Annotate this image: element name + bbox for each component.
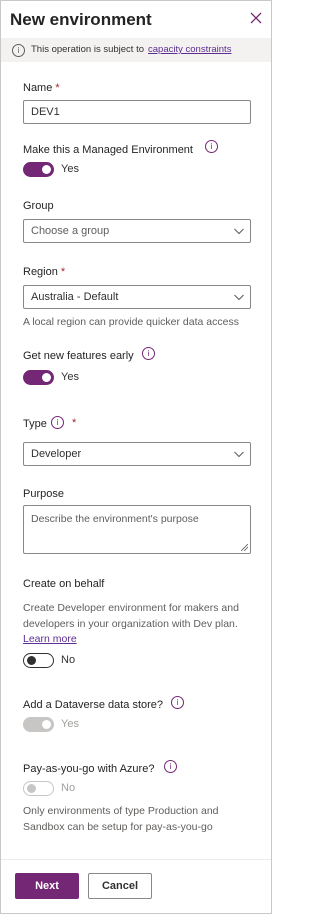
- cancel-button[interactable]: Cancel: [88, 873, 152, 899]
- new-environment-panel: New environment i This operation is subj…: [0, 0, 272, 914]
- required-mark: *: [72, 417, 77, 429]
- dataverse-info-icon[interactable]: i: [171, 696, 184, 709]
- capacity-notice: i This operation is subject to capacity c…: [1, 38, 271, 62]
- notice-text: This operation is subject to: [31, 44, 145, 55]
- chevron-down-icon: [234, 228, 244, 235]
- group-label: Group: [23, 200, 54, 212]
- payg-info-icon[interactable]: i: [164, 760, 177, 773]
- type-info-icon[interactable]: i: [51, 416, 64, 429]
- name-input-value: DEV1: [31, 106, 60, 118]
- required-mark: *: [60, 266, 66, 278]
- learn-more-link[interactable]: Learn more: [23, 633, 77, 645]
- type-dropdown-value: Developer: [31, 448, 82, 460]
- managed-environment-label: Make this a Managed Environment: [23, 144, 193, 156]
- managed-environment-toggle[interactable]: [23, 162, 54, 177]
- dataverse-toggle[interactable]: [23, 717, 54, 732]
- purpose-label: Purpose: [23, 488, 64, 500]
- name-input[interactable]: DEV1: [23, 100, 251, 124]
- dataverse-label: Add a Dataverse data store?: [23, 699, 164, 711]
- payg-toggle[interactable]: [23, 781, 54, 796]
- region-dropdown[interactable]: Australia - Default: [23, 285, 251, 309]
- type-dropdown[interactable]: Developer: [23, 442, 251, 466]
- info-icon: i: [12, 44, 25, 57]
- create-on-behalf-toggle[interactable]: [23, 653, 54, 668]
- managed-info-icon[interactable]: i: [205, 140, 218, 153]
- create-on-behalf-toggle-state: No: [61, 654, 76, 666]
- name-label: Name *: [23, 82, 60, 94]
- managed-toggle-state: Yes: [61, 163, 79, 175]
- purpose-textarea[interactable]: Describe the environment's purpose: [23, 505, 251, 554]
- purpose-placeholder: Describe the environment's purpose: [31, 513, 199, 525]
- early-features-toggle[interactable]: [23, 370, 54, 385]
- resize-handle-icon[interactable]: [241, 544, 248, 551]
- close-icon[interactable]: [248, 10, 264, 26]
- panel-title: New environment: [10, 10, 152, 29]
- create-on-behalf-label: Create on behalf: [23, 578, 105, 590]
- footer-divider: [1, 859, 271, 860]
- region-label: Region *: [23, 266, 66, 278]
- group-dropdown[interactable]: Choose a group: [23, 219, 251, 243]
- chevron-down-icon: [234, 451, 244, 458]
- early-features-info-icon[interactable]: i: [142, 347, 155, 360]
- early-features-toggle-state: Yes: [61, 371, 79, 383]
- payg-helper-text: Only environments of type Production and…: [23, 805, 219, 833]
- payg-toggle-state: No: [61, 782, 76, 794]
- chevron-down-icon: [234, 294, 244, 301]
- type-label: Type: [23, 418, 47, 430]
- capacity-constraints-link[interactable]: capacity constraints: [148, 44, 231, 55]
- dataverse-toggle-state: Yes: [61, 718, 79, 730]
- required-mark: *: [55, 82, 60, 94]
- payg-label: Pay-as-you-go with Azure?: [23, 763, 155, 775]
- region-dropdown-value: Australia - Default: [31, 291, 119, 303]
- next-button[interactable]: Next: [15, 873, 79, 899]
- group-dropdown-value: Choose a group: [31, 225, 110, 237]
- early-features-label: Get new features early: [23, 350, 134, 362]
- create-on-behalf-description: Create Developer environment for makers …: [23, 602, 239, 630]
- region-helper-text: A local region can provide quicker data …: [23, 316, 239, 328]
